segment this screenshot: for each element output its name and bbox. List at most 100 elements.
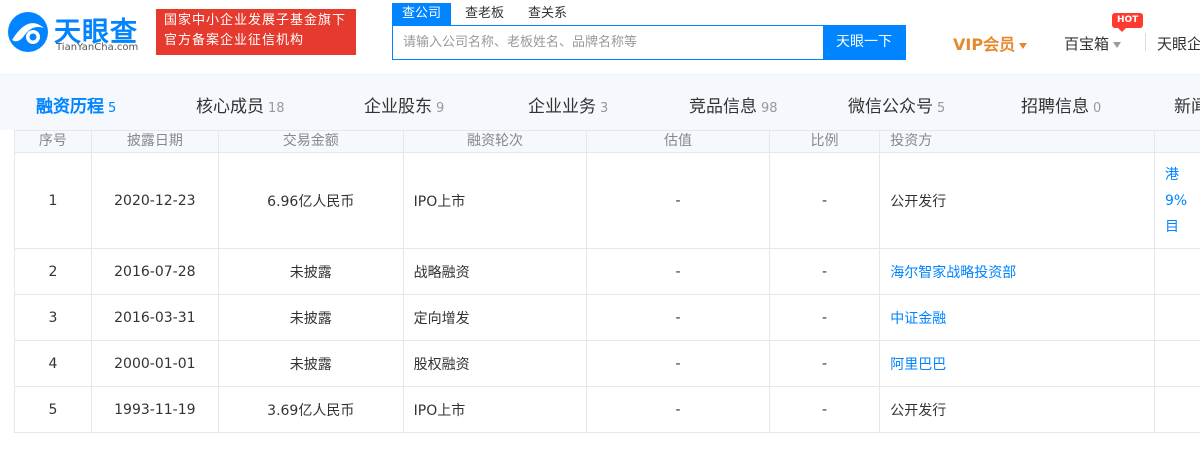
header-amount: 交易金额 [217,130,404,153]
cell-extra [1154,386,1200,433]
cell-round: 战略融资 [402,248,588,295]
table-row: 4 2000-01-01 未披露 股权融资 - - 阿里巴巴 [14,340,1200,387]
investor-link[interactable]: 中证金融 [879,294,1155,341]
table-header-row: 序号 披露日期 交易金额 融资轮次 估值 比例 投资方 [14,130,1200,153]
search-tabs: 查公司 查老板 查关系 [392,3,581,25]
cell-date: 2016-07-28 [90,248,219,295]
chevron-down-icon [1113,41,1122,48]
investor-link[interactable]: 海尔智家战略投资部 [879,248,1155,295]
nav-tab-business[interactable]: 企业业务 3 [528,92,608,117]
header-no: 序号 [14,130,92,153]
nav-tab-label: 微信公众号 [848,97,933,117]
slogan-banner: 国家中小企业发展子基金旗下 官方备案企业征信机构 [156,9,356,55]
tianyan-enterprise-link[interactable]: 天眼企 [1157,33,1200,54]
header-ratio: 比例 [768,130,881,153]
cell-valuation: - [586,386,770,433]
nav-tab-wechat[interactable]: 微信公众号 5 [848,92,945,117]
cell-extra [1154,248,1200,295]
cell-date: 1993-11-19 [90,386,219,433]
baobox-label: 百宝箱 [1064,35,1110,53]
nav-tab-count: 9 [436,101,445,116]
logo-eye-icon [8,12,48,52]
nav-tab-competitors[interactable]: 竞品信息 98 [689,92,778,117]
cell-round: 定向增发 [402,294,588,341]
nav-tab-recruitment[interactable]: 招聘信息 0 [1021,92,1101,117]
cell-ratio: - [768,294,881,341]
nav-tab-count: 0 [1093,101,1102,116]
nav-tab-label: 企业业务 [528,97,596,117]
nav-tab-shareholders[interactable]: 企业股东 9 [364,92,444,117]
cell-date: 2000-01-01 [90,340,219,387]
cell-extra [1154,294,1200,341]
section-nav: 融资历程 5 核心成员 18 企业股东 9 企业业务 3 竞品信息 98 微信公众号 5 招… [0,74,1200,130]
cell-investor: 公开发行 [879,386,1155,433]
chevron-down-icon [1019,42,1028,49]
baobox-menu[interactable]: 百宝箱 [1064,33,1122,54]
cell-investor: 公开发行 [879,152,1155,249]
cell-no: 2 [14,248,92,295]
cell-valuation: - [586,152,770,249]
nav-tab-label: 竞品信息 [689,97,757,117]
cell-date: 2020-12-23 [90,152,219,249]
cell-ratio: - [768,152,881,249]
slogan-line-2: 官方备案企业征信机构 [164,33,305,48]
header-extra [1154,130,1200,153]
cell-valuation: - [586,294,770,341]
table-row: 5 1993-11-19 3.69亿人民币 IPO上市 - - 公开发行 [14,386,1200,433]
financing-table: 序号 披露日期 交易金额 融资轮次 估值 比例 投资方 1 2020-12-23… [14,130,1200,433]
nav-tab-count: 5 [108,101,117,116]
slogan-line-1: 国家中小企业发展子基金旗下 [164,13,347,28]
search-box: 天眼一下 [392,25,906,60]
cell-no: 3 [14,294,92,341]
hot-badge: HOT [1112,13,1144,32]
header-round: 融资轮次 [402,130,588,153]
cell-no: 1 [14,152,92,249]
cell-valuation: - [586,248,770,295]
cell-round: 股权融资 [402,340,588,387]
cell-no: 4 [14,340,92,387]
search-button[interactable]: 天眼一下 [823,26,905,59]
header-investor: 投资方 [879,130,1155,153]
cell-no: 5 [14,386,92,433]
cell-ratio: - [768,386,881,433]
truncated-link[interactable]: 港 9% 目 [1156,162,1200,240]
tab-search-boss[interactable]: 查老板 [455,3,514,25]
cell-ratio: - [768,340,881,387]
cell-date: 2016-03-31 [90,294,219,341]
tab-search-company[interactable]: 查公司 [392,3,452,25]
investor-link[interactable]: 阿里巴巴 [879,340,1155,387]
cell-valuation: - [586,340,770,387]
cell-amount: 未披露 [217,294,404,341]
nav-tab-news[interactable]: 新闻 [1174,92,1200,117]
nav-tab-core-members[interactable]: 核心成员 18 [196,92,285,117]
nav-tab-count: 5 [937,101,946,116]
logo-domain: TianYanCha.com [56,42,139,53]
cell-round: IPO上市 [402,152,588,249]
header-date: 披露日期 [90,130,219,153]
nav-tab-financing-history[interactable]: 融资历程 5 [36,92,116,117]
nav-tab-count: 3 [600,101,609,116]
nav-tab-label: 招聘信息 [1021,97,1089,117]
table-row: 3 2016-03-31 未披露 定向增发 - - 中证金融 [14,294,1200,341]
vip-member-menu[interactable]: VIP会员 [953,31,1028,55]
nav-tab-label: 新闻 [1174,97,1200,117]
header-divider [1145,33,1146,51]
cell-ratio: - [768,248,881,295]
nav-tab-label: 融资历程 [36,97,104,117]
cell-extra: 港 9% 目 [1154,152,1200,249]
cell-amount: 未披露 [217,340,404,387]
nav-tab-count: 98 [761,101,778,116]
cell-amount: 6.96亿人民币 [217,152,404,249]
tab-search-relation[interactable]: 查关系 [518,3,577,25]
table-row: 2 2016-07-28 未披露 战略融资 - - 海尔智家战略投资部 [14,248,1200,295]
cell-round: IPO上市 [402,386,588,433]
vip-label: VIP会员 [953,35,1016,54]
table-row: 1 2020-12-23 6.96亿人民币 IPO上市 - - 公开发行 港 9… [14,152,1200,249]
header-valuation: 估值 [586,130,770,153]
search-input[interactable] [393,26,823,59]
cell-extra [1154,340,1200,387]
nav-tab-count: 18 [268,101,285,116]
cell-amount: 未披露 [217,248,404,295]
nav-tab-label: 企业股东 [364,97,432,117]
tianyancha-logo[interactable]: 天眼查 TianYanCha.com [6,8,146,58]
